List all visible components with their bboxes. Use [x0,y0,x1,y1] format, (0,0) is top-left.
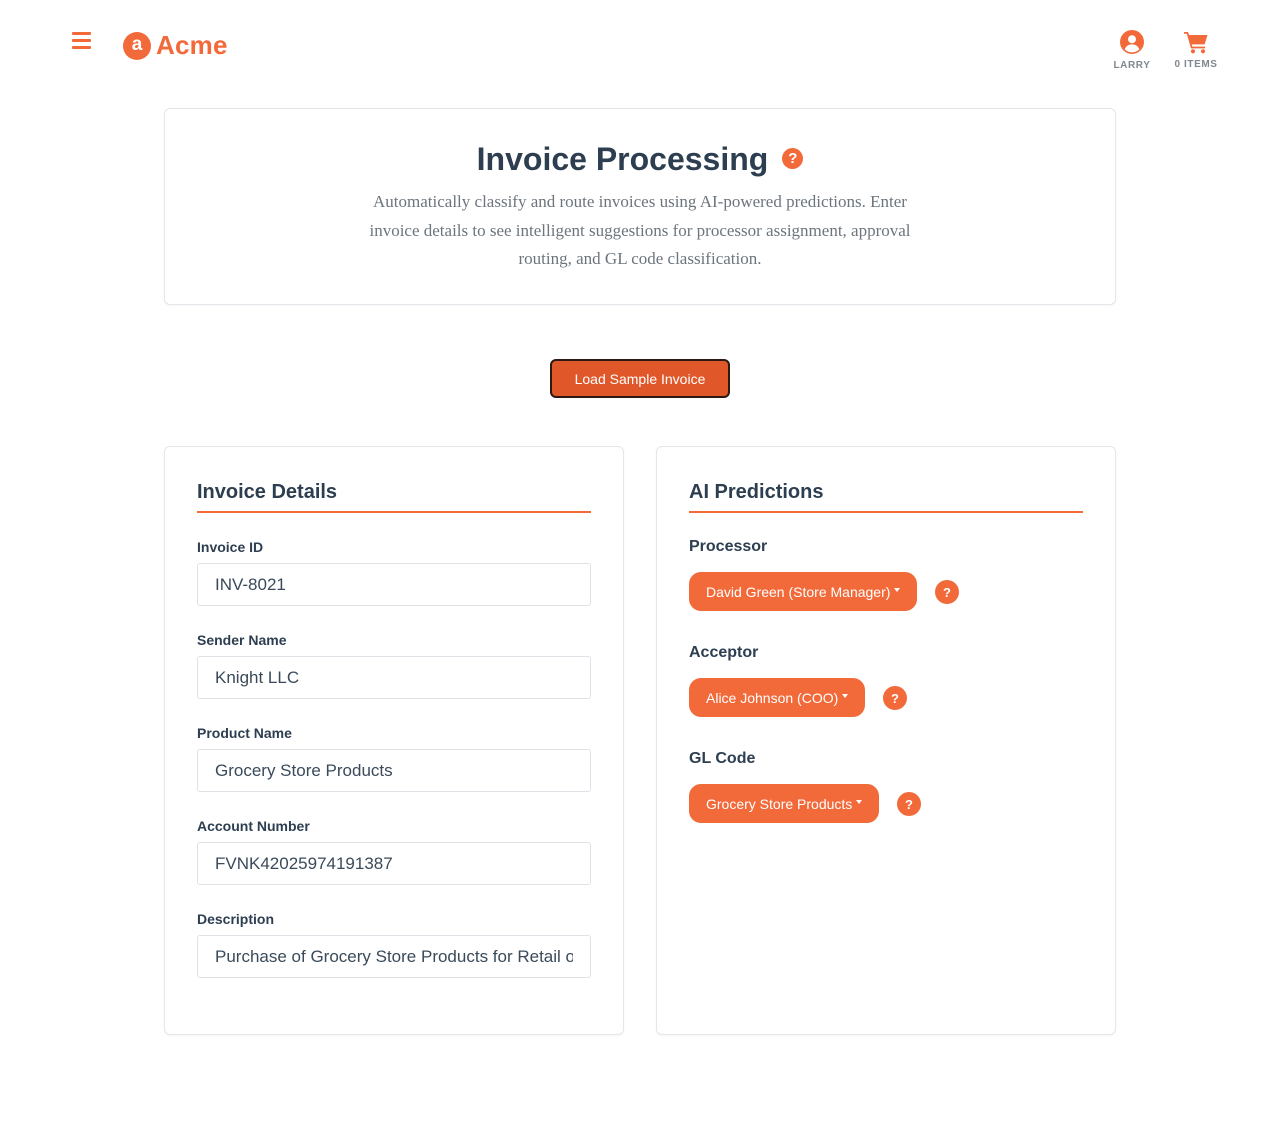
gl-code-dropdown[interactable]: Grocery Store Products [689,784,880,823]
acceptor-dropdown[interactable]: Alice Johnson (COO) [689,678,866,717]
user-account-link[interactable]: LARRY [1108,30,1156,71]
sender-name-input[interactable] [197,656,591,699]
gl-code-label: GL Code [689,750,756,767]
section-divider [689,511,1083,513]
chevron-down-icon [842,693,849,698]
account-number-input[interactable] [197,842,591,885]
description-input[interactable] [197,935,591,978]
brand-logo[interactable]: a Acme [123,30,228,61]
invoice-details-card: Invoice Details Invoice ID Sender Name P… [164,446,624,1035]
hero-card: Invoice Processing? Automatically classi… [164,108,1116,305]
invoice-id-label: Invoice ID [197,539,264,555]
invoice-details-title: Invoice Details [197,481,338,503]
brand-badge-icon: a [123,31,151,60]
ai-predictions-title: AI Predictions [689,481,824,503]
acceptor-label: Acceptor [689,644,759,661]
account-number-label: Account Number [197,818,310,834]
help-icon[interactable]: ? [782,148,804,170]
page-title: Invoice Processing? [165,141,1115,178]
menu-icon[interactable] [72,32,92,50]
cart-link[interactable]: 0 ITEMS [1168,30,1224,70]
cart-count-label: 0 ITEMS [1174,59,1218,70]
product-name-input[interactable] [197,749,591,792]
description-label: Description [197,911,275,927]
page-description: Automatically classify and route invoice… [369,192,911,268]
sender-name-label: Sender Name [197,632,287,648]
processor-dropdown[interactable]: David Green (Store Manager) [689,572,918,611]
page-title-text: Invoice Processing [476,141,769,177]
product-name-label: Product Name [197,725,292,741]
gl-code-selected: Grocery Store Products [706,795,853,812]
processor-label: Processor [689,538,768,555]
shopping-cart-icon [1184,32,1208,54]
top-navbar: a Acme LARRY 0 ITEMS [0,0,1280,90]
help-icon[interactable]: ? [897,792,921,816]
user-name-label: LARRY [1113,60,1151,71]
invoice-id-input[interactable] [197,563,591,606]
chevron-down-icon [856,799,863,804]
help-icon[interactable]: ? [935,580,959,604]
brand-name: Acme [156,30,228,60]
section-divider [197,511,591,513]
ai-predictions-card: AI Predictions Processor David Green (St… [656,446,1116,1035]
processor-selected: David Green (Store Manager) [706,583,891,600]
load-sample-invoice-button[interactable]: Load Sample Invoice [550,359,730,398]
help-icon[interactable]: ? [883,686,907,710]
chevron-down-icon [894,587,901,592]
acceptor-selected: Alice Johnson (COO) [706,689,839,706]
user-circle-icon [1120,30,1144,54]
